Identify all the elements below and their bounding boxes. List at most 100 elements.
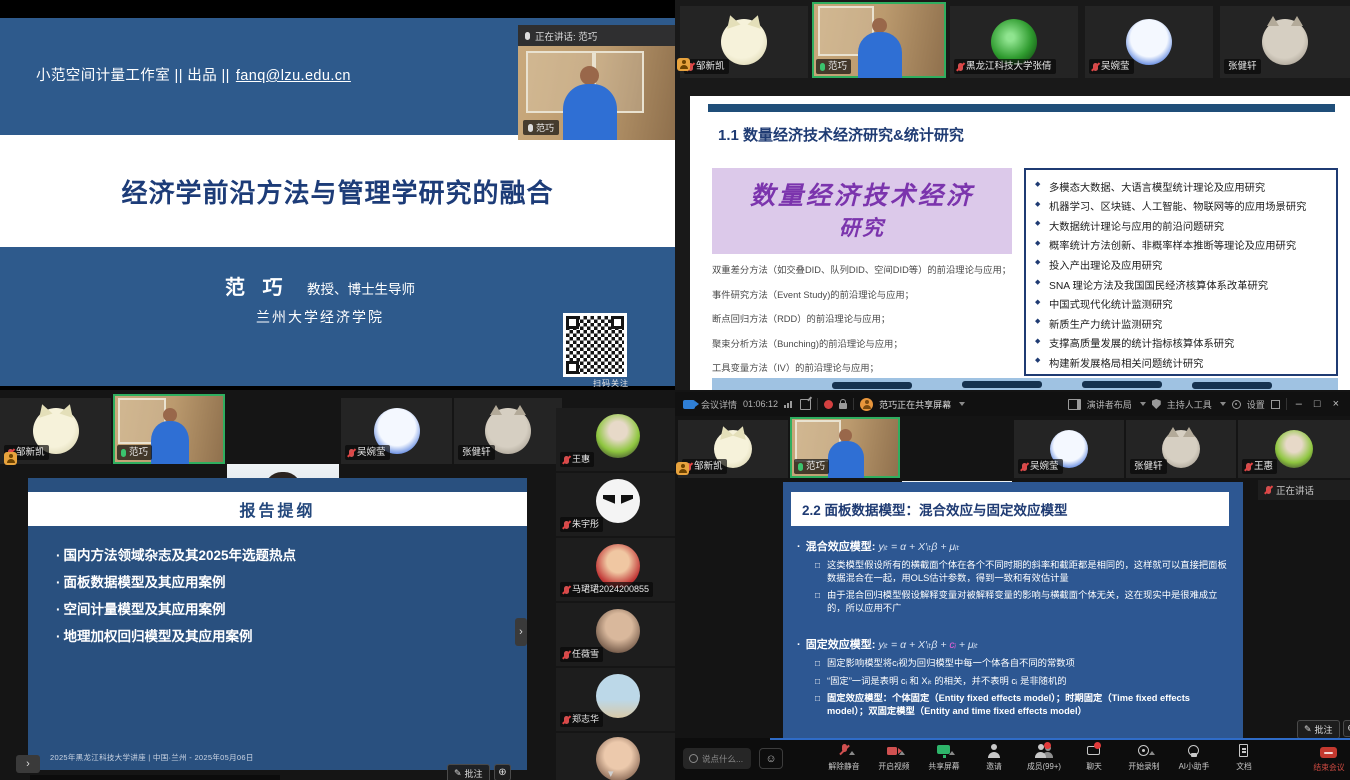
ai-assistant-button[interactable]: AI小助手 (1173, 742, 1215, 772)
notification-badge (1044, 742, 1051, 749)
meeting-details-button[interactable]: 会议详情 (701, 398, 737, 411)
close-button[interactable]: × (1330, 399, 1342, 410)
mic-muted-icon (1022, 463, 1027, 471)
gear-icon (1232, 400, 1241, 409)
slide-bottom-band (712, 378, 1338, 390)
outline-title-band: 报告提纲 (28, 492, 527, 526)
chevron-up-icon[interactable] (849, 751, 855, 755)
chevron-up-icon[interactable] (899, 751, 905, 755)
tool-label: 解除静音 (823, 761, 865, 772)
fullscreen-icon[interactable] (1271, 400, 1280, 409)
chevron-up-icon[interactable] (949, 751, 955, 755)
mic-muted-icon (564, 456, 569, 464)
participant-tile[interactable]: 郑志华 (556, 668, 680, 731)
mic-icon (525, 32, 530, 40)
participant-name: 张健轩 (1228, 60, 1257, 73)
participant-tile[interactable]: 黑龙江科技大学张倩 (950, 6, 1078, 78)
video-name-label: 范巧 (523, 120, 559, 135)
outline-item: 地理加权回归模型及其应用案例 (56, 623, 296, 650)
topic-item: 机器学习、区块链、人工智能、物联网等的应用场景研究 (1034, 198, 1328, 213)
mixed-bullet: 这类模型假设所有的横截面个体在各个不同时期的斜率和截距都是相同的，这样就可以直接… (815, 559, 1233, 584)
participant-tile[interactable]: 范巧 (790, 417, 900, 478)
avatar (596, 414, 640, 458)
participant-tile[interactable]: 范巧 (113, 394, 225, 464)
chevron-up-icon[interactable] (1149, 751, 1155, 755)
participant-tile[interactable]: 张健轩 (1220, 6, 1350, 78)
quadrant-meeting-outline: 邹新凯 范巧 黑龙江科技大学张倩 吴婉莹 张健轩 报告提纲 国内方法领域杂志及其… (0, 390, 680, 780)
qr-eye-icon (566, 361, 579, 374)
participant-tile[interactable]: 马珺珺2024200855 (556, 538, 680, 601)
chat-button[interactable]: 聊天 (1073, 742, 1115, 772)
participant-tile[interactable]: 吴婉莹 (1014, 420, 1124, 478)
participant-tile[interactable]: 范巧 (812, 2, 946, 78)
document-icon (1234, 743, 1254, 759)
unmute-button[interactable]: 解除静音 (823, 742, 865, 772)
mic-active-icon (820, 63, 825, 71)
host-badge-icon (677, 58, 690, 71)
members-button[interactable]: 成员(99+) (1023, 742, 1065, 772)
calligraphy-text: 研究 (712, 212, 1012, 242)
expand-chevron[interactable]: › (16, 755, 40, 773)
speaker-name: 范 巧 (225, 277, 289, 299)
participant-name: 范巧 (828, 60, 847, 73)
start-video-button[interactable]: 开启视频 (873, 742, 915, 772)
qr-eye-icon (611, 316, 624, 329)
layout-menu[interactable]: 演讲者布局 (1087, 398, 1132, 411)
participant-tile[interactable]: 任薇雪 (556, 603, 680, 666)
participant-name: 吴婉莹 (1101, 60, 1130, 73)
outline-item: 空间计量模型及其应用案例 (56, 596, 296, 623)
fixed-bullet: “固定”一词是表明 cᵢ 和 Xᵢₜ 的相关，并不表明 cᵢ 是非随机的 (815, 675, 1233, 688)
person-figure (580, 66, 599, 85)
record-button[interactable]: 开始录制 (1123, 742, 1165, 772)
zoom-button[interactable]: ⊕ (1343, 720, 1350, 737)
participant-name: 邹新凯 (696, 60, 725, 73)
host-tools-menu[interactable]: 主持人工具 (1167, 398, 1212, 411)
maximize-button[interactable]: □ (1311, 399, 1324, 410)
invite-icon (984, 743, 1004, 759)
divider (817, 398, 818, 410)
person-figure (872, 18, 887, 33)
tool-label: 邀请 (973, 761, 1015, 772)
docs-button[interactable]: 文档 (1223, 742, 1265, 772)
meeting-toolbar: 说点什么... ☺ 解除静音 开启视频 共享屏幕 邀请 成员(99+) (675, 738, 1350, 780)
method-item: 事件研究方法（Event Study)的前沿理论与应用； (712, 287, 1014, 301)
participant-tile[interactable]: 吴婉莹 (341, 398, 452, 464)
recording-icon[interactable] (824, 400, 833, 409)
share-screen-button[interactable]: 共享屏幕 (923, 742, 965, 772)
fixed-effects-label: 固定效应模型: (806, 639, 876, 651)
participant-tile[interactable]: 吴婉莹 (1085, 6, 1213, 78)
settings-button[interactable]: 设置 (1247, 398, 1265, 411)
participant-tile[interactable]: 王惠 (556, 408, 680, 471)
scroll-down-chevron[interactable]: ▾ (608, 767, 614, 780)
sidebar-collapse-chevron[interactable]: › (515, 618, 527, 646)
participant-tile[interactable]: 张健轩 (1126, 420, 1236, 478)
annotate-button[interactable]: ✎ 批注 (447, 764, 490, 780)
fixed-formula-post: + μᵢₜ (956, 639, 978, 651)
annotate-button[interactable]: ✎ 批注 (1297, 720, 1340, 739)
quadrant-meeting-top: 邹新凯 范巧 黑龙江科技大学张倩 吴婉莹 张健轩 1.1 数量经济技术经济研究&… (675, 0, 1350, 390)
email-link[interactable]: fanq@lzu.edu.cn (236, 68, 351, 84)
participant-tile[interactable]: 朱宇彤 (556, 473, 680, 536)
layout-icon (1068, 399, 1081, 410)
participant-tile[interactable]: 王惠 (1238, 420, 1350, 478)
zoom-button[interactable]: ⊕ (494, 764, 511, 780)
meeting-logo-icon (683, 400, 695, 409)
participant-tile[interactable]: 张健轩 (454, 398, 562, 464)
lock-icon[interactable] (839, 403, 847, 409)
share-window-icon[interactable] (800, 399, 811, 410)
chat-input[interactable]: 说点什么... (683, 748, 751, 769)
participant-tile[interactable]: 邹新凯 (680, 6, 808, 78)
fixed-bullet: 固定效应模型：个体固定（Entity fixed effects model）；… (815, 692, 1233, 717)
participant-tile[interactable]: ▾ (556, 733, 680, 780)
tool-label: 开启视频 (873, 761, 915, 772)
emoji-button[interactable]: ☺ (759, 748, 783, 769)
end-meeting-button[interactable]: 结束会议 (1308, 746, 1350, 773)
chevron-down-icon[interactable] (959, 402, 965, 406)
avatar (1126, 19, 1172, 65)
invite-button[interactable]: 邀请 (973, 742, 1015, 772)
speaker-video-overlay[interactable]: 正在讲话: 范巧 范巧 (518, 25, 675, 140)
pencil-icon: ✎ (1304, 724, 1312, 735)
end-call-icon (1319, 746, 1339, 761)
participant-tile[interactable]: 邹新凯 (678, 420, 788, 478)
minimize-button[interactable]: – (1293, 399, 1305, 410)
